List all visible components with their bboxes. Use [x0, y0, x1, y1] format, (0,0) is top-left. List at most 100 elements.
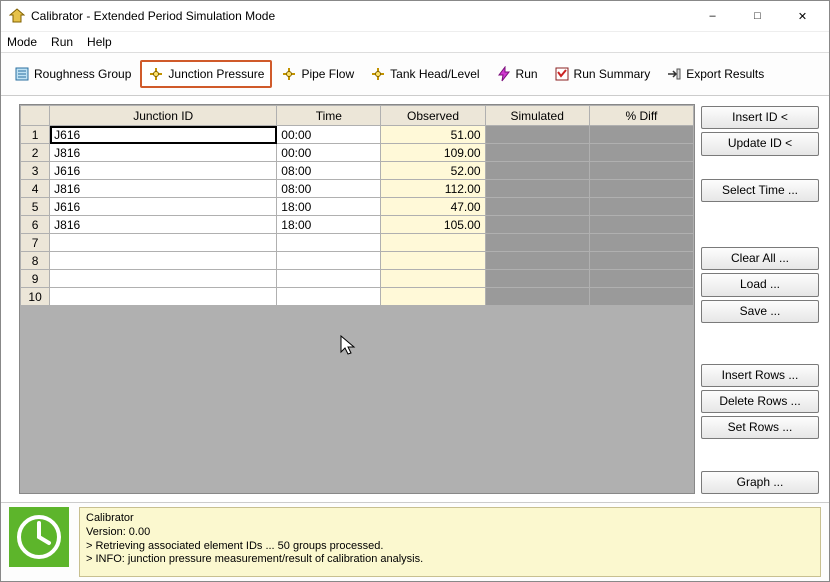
maximize-button[interactable]: □ — [735, 2, 780, 30]
table-row[interactable]: 1J61600:0051.00 — [21, 126, 694, 144]
summary-icon — [554, 66, 570, 82]
table-row[interactable]: 7 — [21, 234, 694, 252]
table-row[interactable]: 9 — [21, 270, 694, 288]
cell-time[interactable]: 18:00 — [277, 216, 381, 234]
table-row[interactable]: 6J81618:00105.00 — [21, 216, 694, 234]
cell-junction-id[interactable]: J816 — [50, 144, 277, 162]
tab-label: Roughness Group — [34, 67, 131, 81]
run-summary-button[interactable]: Run Summary — [547, 61, 658, 87]
cell-observed[interactable] — [381, 252, 485, 270]
cell-observed[interactable]: 47.00 — [381, 198, 485, 216]
col-diff[interactable]: % Diff — [589, 106, 693, 126]
col-junction-id[interactable]: Junction ID — [50, 106, 277, 126]
row-header[interactable]: 9 — [21, 270, 50, 288]
table-row[interactable]: 3J61608:0052.00 — [21, 162, 694, 180]
clear-all-button[interactable]: Clear All ... — [701, 247, 819, 270]
grid-corner[interactable] — [21, 106, 50, 126]
toolbar: Roughness Group Junction Pressure Pipe F… — [1, 53, 829, 96]
row-header[interactable]: 2 — [21, 144, 50, 162]
cell-simulated — [485, 270, 589, 288]
row-header[interactable]: 10 — [21, 288, 50, 306]
pipe-icon — [281, 66, 297, 82]
row-header[interactable]: 5 — [21, 198, 50, 216]
cell-diff — [589, 162, 693, 180]
select-time-button[interactable]: Select Time ... — [701, 179, 819, 202]
log-line: Version: 0.00 — [86, 526, 814, 540]
row-header[interactable]: 4 — [21, 180, 50, 198]
cell-junction-id[interactable]: J616 — [50, 126, 277, 144]
cell-observed[interactable]: 52.00 — [381, 162, 485, 180]
data-grid[interactable]: Junction ID Time Observed Simulated % Di… — [19, 104, 695, 494]
tab-junction-pressure[interactable]: Junction Pressure — [140, 60, 272, 88]
window-title: Calibrator - Extended Period Simulation … — [31, 9, 690, 23]
cell-time[interactable]: 18:00 — [277, 198, 381, 216]
cell-observed[interactable]: 109.00 — [381, 144, 485, 162]
cell-observed[interactable] — [381, 288, 485, 306]
cell-simulated — [485, 126, 589, 144]
table-row[interactable]: 8 — [21, 252, 694, 270]
cell-observed[interactable] — [381, 234, 485, 252]
close-button[interactable]: ✕ — [780, 2, 825, 30]
cell-junction-id[interactable] — [50, 252, 277, 270]
row-header[interactable]: 7 — [21, 234, 50, 252]
app-icon — [9, 8, 25, 24]
delete-rows-button[interactable]: Delete Rows ... — [701, 390, 819, 413]
cell-junction-id[interactable]: J616 — [50, 198, 277, 216]
cell-time[interactable] — [277, 234, 381, 252]
cell-junction-id[interactable]: J816 — [50, 216, 277, 234]
cell-junction-id[interactable]: J816 — [50, 180, 277, 198]
table-row[interactable]: 5J61618:0047.00 — [21, 198, 694, 216]
update-id-button[interactable]: Update ID < — [701, 132, 819, 155]
cell-time[interactable]: 08:00 — [277, 162, 381, 180]
cell-diff — [589, 198, 693, 216]
tab-roughness-group[interactable]: Roughness Group — [7, 61, 138, 87]
row-header[interactable]: 8 — [21, 252, 50, 270]
export-results-button[interactable]: Export Results — [659, 61, 771, 87]
table-row[interactable]: 2J81600:00109.00 — [21, 144, 694, 162]
cell-observed[interactable]: 105.00 — [381, 216, 485, 234]
cell-observed[interactable]: 112.00 — [381, 180, 485, 198]
table-row[interactable]: 10 — [21, 288, 694, 306]
cell-simulated — [485, 288, 589, 306]
cell-diff — [589, 144, 693, 162]
tab-label: Tank Head/Level — [390, 67, 479, 81]
row-header[interactable]: 3 — [21, 162, 50, 180]
graph-button[interactable]: Graph ... — [701, 471, 819, 494]
insert-rows-button[interactable]: Insert Rows ... — [701, 364, 819, 387]
load-button[interactable]: Load ... — [701, 273, 819, 296]
cell-time[interactable]: 08:00 — [277, 180, 381, 198]
cell-junction-id[interactable] — [50, 288, 277, 306]
row-header[interactable]: 1 — [21, 126, 50, 144]
table-row[interactable]: 4J81608:00112.00 — [21, 180, 694, 198]
cell-junction-id[interactable]: J616 — [50, 162, 277, 180]
menu-help[interactable]: Help — [87, 35, 112, 49]
save-button[interactable]: Save ... — [701, 300, 819, 323]
cell-time[interactable] — [277, 252, 381, 270]
tab-tank-head-level[interactable]: Tank Head/Level — [363, 61, 486, 87]
cell-time[interactable] — [277, 288, 381, 306]
cell-time[interactable]: 00:00 — [277, 144, 381, 162]
cell-junction-id[interactable] — [50, 270, 277, 288]
tab-pipe-flow[interactable]: Pipe Flow — [274, 61, 361, 87]
cell-time[interactable] — [277, 270, 381, 288]
cell-simulated — [485, 234, 589, 252]
menu-mode[interactable]: Mode — [7, 35, 37, 49]
menu-run[interactable]: Run — [51, 35, 73, 49]
row-header[interactable]: 6 — [21, 216, 50, 234]
cell-junction-id[interactable] — [50, 234, 277, 252]
run-button[interactable]: Run — [489, 61, 545, 87]
cell-simulated — [485, 144, 589, 162]
cell-observed[interactable] — [381, 270, 485, 288]
status-log: Calibrator Version: 0.00 > Retrieving as… — [79, 507, 821, 577]
col-simulated[interactable]: Simulated — [485, 106, 589, 126]
cell-observed[interactable]: 51.00 — [381, 126, 485, 144]
minimize-button[interactable]: – — [690, 2, 735, 30]
col-observed[interactable]: Observed — [381, 106, 485, 126]
menubar: Mode Run Help — [1, 32, 829, 53]
cell-time[interactable]: 00:00 — [277, 126, 381, 144]
status-bar: Calibrator Version: 0.00 > Retrieving as… — [1, 502, 829, 581]
insert-id-button[interactable]: Insert ID < — [701, 106, 819, 129]
set-rows-button[interactable]: Set Rows ... — [701, 416, 819, 439]
col-time[interactable]: Time — [277, 106, 381, 126]
lightning-icon — [496, 66, 512, 82]
